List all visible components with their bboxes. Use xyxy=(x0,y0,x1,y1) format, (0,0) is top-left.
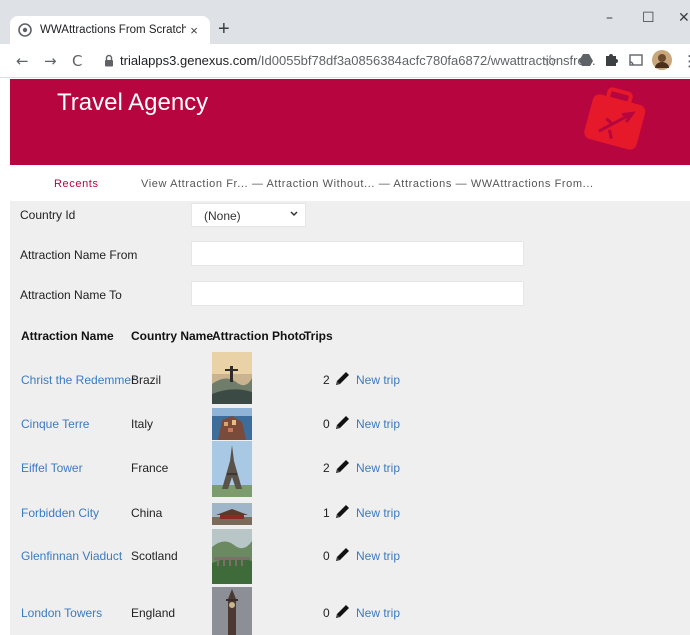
address-bar[interactable]: trialapps3.genexus.com/Id0055bf78df3a085… xyxy=(120,53,596,68)
name-to-label: Attraction Name To xyxy=(20,288,122,302)
tab-close-icon[interactable]: × xyxy=(186,23,202,38)
column-header-attraction-name: Attraction Name xyxy=(21,329,114,343)
country-name: France xyxy=(131,461,169,475)
suitcase-logo-icon xyxy=(580,85,650,157)
attraction-name-link[interactable]: London Towers xyxy=(21,606,102,620)
breadcrumb: Recents View Attraction Fr... — Attracti… xyxy=(10,165,690,201)
attraction-name-link[interactable]: Christ the Redemmer xyxy=(21,373,135,387)
new-trip-link[interactable]: New trip xyxy=(356,549,400,563)
bookmark-star-icon[interactable]: ☆ xyxy=(543,51,557,70)
trips-count: 2 xyxy=(323,461,330,475)
browser-toolbar: ← → C trialapps3.genexus.com/Id0055bf78d… xyxy=(0,44,690,78)
big-ben-photo xyxy=(212,587,252,635)
back-button[interactable]: ← xyxy=(16,52,29,70)
main-panel: Country Id (None) Attraction Name From A… xyxy=(10,201,690,635)
chevron-down-icon xyxy=(289,209,299,222)
forbidden-city-photo xyxy=(212,503,252,525)
browser-tab-strip: WWAttractions From Scratch × + – ☐ ✕ xyxy=(0,0,690,44)
trips-count: 1 xyxy=(323,506,330,520)
globe-icon xyxy=(18,23,32,37)
name-to-input[interactable] xyxy=(191,281,524,306)
tab-title: WWAttractions From Scratch xyxy=(40,24,186,36)
attraction-name-link[interactable]: Cinque Terre xyxy=(21,417,89,431)
new-trip-link[interactable]: New trip xyxy=(356,417,400,431)
breadcrumb-trail[interactable]: View Attraction Fr... — Attraction Witho… xyxy=(141,178,594,190)
country-name: Scotland xyxy=(131,549,178,563)
column-header-trips: Trips xyxy=(304,329,333,343)
trips-count: 0 xyxy=(323,417,330,431)
country-name: Brazil xyxy=(131,373,162,387)
new-trip-link[interactable]: New trip xyxy=(356,373,400,387)
app-header: Travel Agency xyxy=(10,79,690,165)
breadcrumb-recents[interactable]: Recents xyxy=(54,178,99,190)
country-id-value: (None) xyxy=(204,209,241,223)
pencil-icon[interactable] xyxy=(333,603,351,621)
new-trip-link[interactable]: New trip xyxy=(356,506,400,520)
profile-avatar[interactable] xyxy=(652,50,672,70)
name-from-input[interactable] xyxy=(191,241,524,266)
country-id-label: Country Id xyxy=(20,208,76,222)
forward-button[interactable]: → xyxy=(44,52,57,70)
country-name: Italy xyxy=(131,417,154,431)
new-trip-link[interactable]: New trip xyxy=(356,606,400,620)
attraction-name-link[interactable]: Glenfinnan Viaduct xyxy=(21,549,122,563)
lock-icon[interactable] xyxy=(104,54,114,67)
trips-count: 0 xyxy=(323,549,330,563)
trips-count: 2 xyxy=(323,373,330,387)
pencil-icon[interactable] xyxy=(333,370,351,388)
new-tab-button[interactable]: + xyxy=(218,18,230,40)
reload-button[interactable]: C xyxy=(72,52,82,70)
column-header-country-name: Country Name xyxy=(131,329,214,343)
glenfinnan-viaduct-photo xyxy=(212,529,252,584)
country-name: China xyxy=(131,506,163,520)
country-name: England xyxy=(131,606,176,620)
attraction-name-link[interactable]: Eiffel Tower xyxy=(21,461,83,475)
browser-menu-icon[interactable]: ⋮ xyxy=(682,52,690,70)
column-header-attraction-photo: Attraction Photo xyxy=(212,329,306,343)
pencil-icon[interactable] xyxy=(333,503,351,521)
eiffel-tower-photo xyxy=(212,441,252,497)
attraction-name-link[interactable]: Forbidden City xyxy=(21,506,99,520)
minimize-button[interactable]: – xyxy=(606,10,613,26)
browser-tab[interactable]: WWAttractions From Scratch × xyxy=(10,16,210,44)
cast-icon[interactable] xyxy=(628,52,644,68)
new-trip-link[interactable]: New trip xyxy=(356,461,400,475)
app-title: Travel Agency xyxy=(57,89,209,116)
name-from-label: Attraction Name From xyxy=(20,248,138,262)
maximize-button[interactable]: ☐ xyxy=(642,10,655,26)
pencil-icon[interactable] xyxy=(333,546,351,564)
pencil-icon[interactable] xyxy=(333,414,351,432)
extensions-puzzle-icon[interactable] xyxy=(603,52,619,68)
drive-extension-icon[interactable] xyxy=(578,52,594,68)
country-id-select[interactable]: (None) xyxy=(191,203,306,227)
window-close-button[interactable]: ✕ xyxy=(678,10,690,26)
pencil-icon[interactable] xyxy=(333,458,351,476)
cinque-terre-photo xyxy=(212,408,252,440)
christ-redeemer-photo xyxy=(212,352,252,404)
url-host: trialapps3.genexus.com xyxy=(120,53,258,68)
trips-count: 0 xyxy=(323,606,330,620)
